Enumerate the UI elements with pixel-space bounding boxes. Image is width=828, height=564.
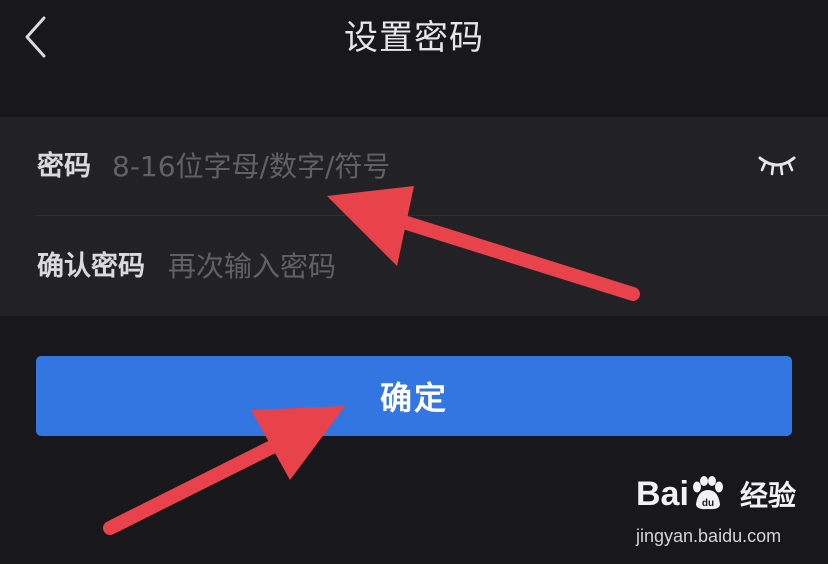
password-visibility-toggle[interactable] — [756, 148, 798, 182]
password-label: 密码 — [37, 151, 91, 182]
password-row: 密码 — [0, 117, 828, 215]
password-input[interactable] — [112, 143, 722, 189]
confirm-password-input[interactable] — [168, 243, 768, 289]
confirm-password-label: 确认密码 — [37, 251, 145, 282]
confirm-button[interactable]: 确定 — [36, 356, 792, 436]
eye-closed-icon — [758, 156, 796, 176]
form-divider — [36, 215, 828, 216]
password-form: 密码 确认密码 — [0, 117, 828, 316]
paw-text: du — [702, 498, 714, 509]
paw-icon: du — [692, 476, 723, 510]
confirm-password-row: 确认密码 — [0, 217, 828, 315]
page-title: 设置密码 — [344, 18, 484, 58]
watermark-brand: Bai du — [636, 474, 725, 514]
watermark-product: 经验 — [740, 479, 797, 512]
baidu-jingyan-watermark: Bai du 经验 jingyan.baidu.com — [632, 474, 822, 560]
watermark-url: jingyan.baidu.com — [636, 526, 782, 546]
navigation-bar: 设置密码 — [0, 0, 828, 80]
